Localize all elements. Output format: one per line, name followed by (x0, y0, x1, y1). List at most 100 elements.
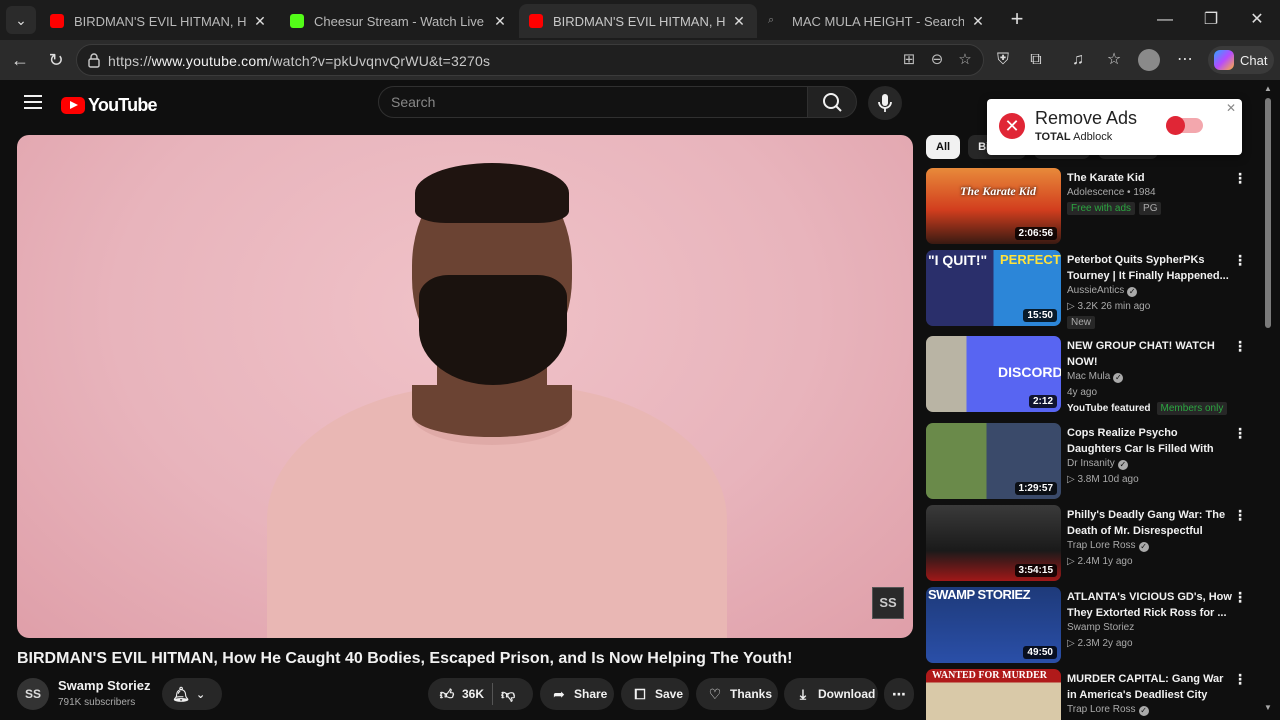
search-input[interactable]: Search (378, 86, 808, 118)
close-tab-icon[interactable]: ✕ (731, 13, 747, 30)
window-close-icon[interactable]: ✕ (1245, 8, 1269, 32)
channel-watermark[interactable]: SS (872, 587, 904, 619)
video-thumbnail[interactable]: The Karate Kid 2:06:56 (926, 168, 1061, 244)
app-available-icon[interactable]: ⊞ (899, 50, 919, 70)
close-icon[interactable]: ✕ (1226, 101, 1236, 115)
thumbnail-perfect-text: PERFECT (1000, 252, 1061, 267)
close-tab-icon[interactable]: ✕ (970, 13, 986, 30)
channel-name[interactable]: Swamp Storiez (58, 678, 150, 693)
video-thumbnail[interactable]: SWAMP STORIEZ 49:50 (926, 587, 1061, 663)
restore-icon[interactable]: ❐ (1199, 8, 1223, 32)
video-duration: 1:29:57 (1014, 482, 1057, 495)
video-duration: 49:50 (1023, 646, 1057, 659)
search-icon (823, 93, 842, 112)
tab-title: BIRDMAN'S EVIL HITMAN, How He (553, 13, 725, 29)
chevron-down-icon: ⌄ (196, 688, 206, 701)
like-icon[interactable]: 👍︎ (438, 685, 456, 703)
recommended-video[interactable]: 1:29:57 Cops Realize Psycho Daughters Ca… (926, 423, 1256, 501)
voice-search-button[interactable] (868, 86, 902, 120)
notification-bell-button[interactable]: 🔔︎ ⌄ (162, 678, 222, 710)
video-thumbnail[interactable]: "I QUIT!" PERFECT 15:50 (926, 250, 1061, 326)
browser-tab-3-active[interactable]: BIRDMAN'S EVIL HITMAN, How He ✕ (519, 4, 757, 38)
tab-title: BIRDMAN'S EVIL HITMAN, How Ha (74, 13, 246, 29)
video-title: Philly's Deadly Gang War: The Death of M… (1067, 509, 1226, 537)
youtube-logo[interactable]: YouTube (61, 95, 158, 116)
refresh-icon[interactable]: ↻ (44, 48, 68, 72)
new-badge: New (1067, 316, 1096, 329)
more-vertical-icon[interactable]: ⋮ (1232, 338, 1248, 355)
adblock-brand: TOTAL Adblock (1035, 131, 1113, 143)
recommended-video[interactable]: "I QUIT!" PERFECT 15:50 Peterbot Quits S… (926, 250, 1256, 329)
more-vertical-icon[interactable]: ⋮ (1232, 671, 1248, 688)
video-thumbnail[interactable]: 3:54:15 (926, 505, 1061, 581)
page-scrollbar[interactable]: ▲ ▼ (1262, 82, 1274, 712)
thumbnail-swamp-text: SWAMP STORIEZ (928, 587, 1031, 602)
video-channel: Dr Insanity ✓ (1067, 458, 1128, 470)
dislike-icon[interactable]: 👎︎ (501, 686, 515, 703)
more-vertical-icon[interactable]: ⋮ (1232, 170, 1248, 187)
zoom-icon[interactable]: ⊖ (927, 50, 947, 70)
browser-essentials-icon[interactable]: ♫ (1066, 48, 1090, 72)
remove-ads-toggle[interactable] (1166, 116, 1203, 135)
recommended-video[interactable]: DISCORD 2:12 NEW GROUP CHAT! WATCH NOW! … (926, 336, 1256, 415)
channel-avatar[interactable]: SS (17, 678, 49, 710)
browser-tab-4[interactable]: ⌕ MAC MULA HEIGHT - Search ✕ (758, 4, 996, 38)
save-button[interactable]: ⧠ Save (621, 678, 689, 710)
video-duration: 2:12 (1028, 395, 1057, 408)
back-arrow-icon[interactable]: ← (8, 48, 32, 72)
recommended-video[interactable]: 3:54:15 Philly's Deadly Gang War: The De… (926, 505, 1256, 583)
youtube-wordmark: YouTube (88, 95, 158, 115)
scroll-up-arrow-icon[interactable]: ▲ (1264, 84, 1272, 93)
browser-tab-2[interactable]: Cheesur Stream - Watch Live on K ✕ (280, 4, 518, 38)
browser-tab-1[interactable]: BIRDMAN'S EVIL HITMAN, How Ha ✕ (40, 4, 278, 38)
thumbnail-title-text: The Karate Kid (960, 184, 1037, 198)
video-channel: Trap Lore Ross ✓ (1067, 540, 1149, 552)
video-title: NEW GROUP CHAT! WATCH NOW! (1067, 340, 1215, 368)
close-tab-icon[interactable]: ✕ (492, 13, 508, 30)
close-tab-icon[interactable]: ✕ (252, 13, 268, 30)
extensions-icon[interactable]: ⧉ (1024, 48, 1048, 72)
more-actions-button[interactable]: ⋯ (884, 678, 914, 710)
video-thumbnail[interactable]: WANTED FOR MURDER (926, 669, 1061, 720)
scroll-down-arrow-icon[interactable]: ▼ (1264, 703, 1272, 712)
more-vertical-icon[interactable]: ⋮ (1232, 589, 1248, 606)
adblock-extension-icon[interactable]: ⛨ (991, 48, 1015, 72)
copilot-icon (1214, 50, 1234, 70)
more-options-icon[interactable]: ⋯ (1173, 48, 1197, 72)
recommended-video[interactable]: The Karate Kid 2:06:56 The Karate Kid Ad… (926, 168, 1256, 246)
tab-actions-menu-button[interactable]: ⌄ (6, 6, 36, 34)
address-bar[interactable]: https://www.youtube.com/watch?v=pkUvqnvQ… (76, 44, 984, 76)
free-with-ads-badge: Free with ads (1067, 202, 1136, 215)
copilot-chat-button[interactable]: Chat (1208, 46, 1274, 74)
new-tab-icon[interactable]: + (1005, 8, 1029, 32)
menu-hamburger-icon[interactable] (24, 95, 42, 109)
like-count[interactable]: 36K (462, 687, 484, 701)
lock-icon[interactable] (85, 51, 103, 69)
download-button[interactable]: ⤓ Download (784, 678, 878, 710)
more-vertical-icon[interactable]: ⋮ (1232, 425, 1248, 442)
profile-avatar-icon[interactable] (1137, 48, 1161, 72)
favorite-star-icon[interactable]: ☆ (955, 50, 975, 70)
thumbnail-wanted-text: WANTED FOR MURDER (932, 670, 1047, 681)
video-title: Cops Realize Psycho Daughters Car Is Fil… (1067, 427, 1214, 455)
video-stats: ▷ 2.3M 2y ago (1067, 638, 1133, 649)
search-button[interactable] (807, 86, 857, 118)
thanks-label: Thanks (730, 687, 773, 701)
more-vertical-icon[interactable]: ⋮ (1232, 252, 1248, 269)
video-thumbnail[interactable]: 1:29:57 (926, 423, 1061, 499)
scrollbar-thumb[interactable] (1265, 98, 1271, 328)
chip-all[interactable]: All (926, 135, 961, 159)
thanks-button[interactable]: ♡ Thanks (696, 678, 778, 710)
tab-title: MAC MULA HEIGHT - Search (792, 13, 964, 29)
microphone-icon (878, 94, 892, 112)
video-thumbnail[interactable]: DISCORD 2:12 (926, 336, 1061, 412)
more-vertical-icon[interactable]: ⋮ (1232, 507, 1248, 524)
adblock-popup: ✕ Remove Ads TOTAL Adblock ✕ (987, 99, 1242, 155)
video-meta: Adolescence • 1984 (1067, 187, 1156, 198)
recommended-video[interactable]: SWAMP STORIEZ 49:50 ATLANTA's VICIOUS GD… (926, 587, 1256, 665)
favorites-icon[interactable]: ☆ (1102, 48, 1126, 72)
video-player[interactable]: SS (17, 135, 913, 638)
recommended-video[interactable]: WANTED FOR MURDER MURDER CAPITAL: Gang W… (926, 669, 1256, 720)
share-button[interactable]: ➦ Share (540, 678, 614, 710)
minimize-icon[interactable]: — (1153, 8, 1177, 32)
